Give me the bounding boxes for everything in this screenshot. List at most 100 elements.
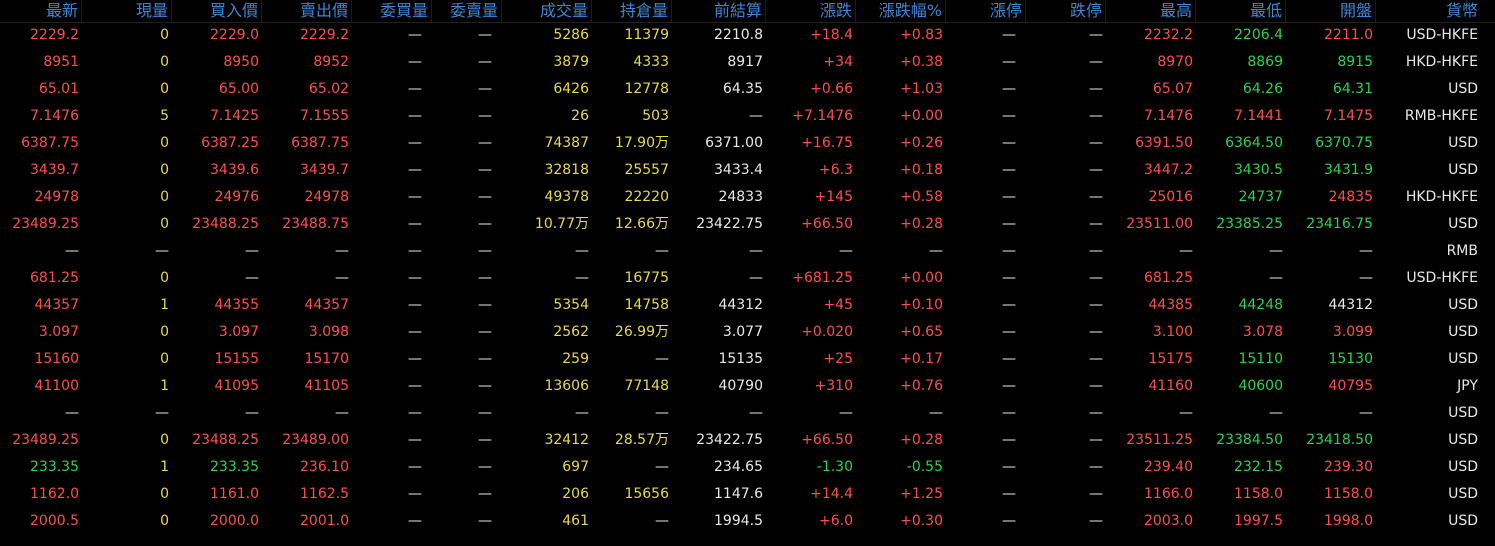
table-row[interactable]: 2000.5 0 2000.0 2001.0 — — 461 — 1994.5 +6.0 +0.30… bbox=[0, 508, 1495, 535]
cell-change: +14.4 bbox=[810, 486, 853, 502]
column-header-open-interest[interactable]: 持倉量 bbox=[592, 0, 672, 22]
cell-limit-up: — bbox=[1002, 162, 1016, 178]
column-header-high[interactable]: 最高 bbox=[1106, 0, 1196, 22]
column-header-low[interactable]: 最低 bbox=[1196, 0, 1286, 22]
table-row[interactable]: — — — — — — — — — — — — — — — — USD bbox=[0, 400, 1495, 427]
cell-volume: 13606 bbox=[544, 378, 589, 394]
column-header-change-pct[interactable]: 漲跌幅% bbox=[856, 0, 946, 22]
cell-ask-volume: — bbox=[478, 324, 492, 340]
cell-open-interest: 77148 bbox=[624, 378, 669, 394]
cell-ask-volume: — bbox=[478, 432, 492, 448]
cell-open: 24835 bbox=[1328, 189, 1373, 205]
cell-low: 6364.50 bbox=[1225, 135, 1283, 151]
cell-currency: JPY bbox=[1457, 378, 1478, 394]
table-row[interactable]: 65.01 0 65.00 65.02 — — 6426 12778 64.35 +0.66 +1.… bbox=[0, 76, 1495, 103]
table-row[interactable]: 3.097 0 3.097 3.098 — — 2562 26.99万 3.077 +0.020 +… bbox=[0, 319, 1495, 346]
cell-open-interest: — bbox=[655, 459, 669, 475]
cell-last: 41100 bbox=[34, 378, 79, 394]
cell-current-volume: 0 bbox=[160, 54, 169, 70]
table-row[interactable]: 8951 0 8950 8952 — — 3879 4333 8917 +34 +0.38 — — 897… bbox=[0, 49, 1495, 76]
cell-ask-volume: — bbox=[478, 486, 492, 502]
cell-bid: 44355 bbox=[214, 297, 259, 313]
column-header-change[interactable]: 漲跌 bbox=[766, 0, 856, 22]
column-header-volume[interactable]: 成交量 bbox=[502, 0, 592, 22]
column-header-limit-down[interactable]: 跌停 bbox=[1026, 0, 1106, 22]
table-row[interactable]: 3439.7 0 3439.6 3439.7 — — 32818 25557 3433.4 +6.… bbox=[0, 157, 1495, 184]
cell-low: 2206.4 bbox=[1234, 27, 1283, 43]
cell-change: +66.50 bbox=[801, 432, 853, 448]
cell-high: — bbox=[1179, 405, 1193, 421]
table-row[interactable]: 23489.25 0 23488.25 23489.00 — — 32412 28.57万 23… bbox=[0, 427, 1495, 454]
cell-limit-up: — bbox=[1002, 27, 1016, 43]
cell-last: 2000.5 bbox=[30, 513, 79, 529]
column-header-bid[interactable]: 買入價 bbox=[172, 0, 262, 22]
cell-limit-down: — bbox=[1089, 243, 1103, 259]
table-row[interactable]: 681.25 0 — — — — — 16775 — +681.25 +0.00 — — 681.25 — —… bbox=[0, 265, 1495, 292]
cell-bid-volume: — bbox=[408, 405, 422, 421]
column-header-current-volume[interactable]: 現量 bbox=[82, 0, 172, 22]
table-row[interactable]: 7.1476 5 7.1425 7.1555 — — 26 503 — +7.1476 +0.00 —… bbox=[0, 103, 1495, 130]
column-header-ask[interactable]: 賣出價 bbox=[262, 0, 352, 22]
cell-volume: 206 bbox=[562, 486, 589, 502]
cell-bid-volume: — bbox=[408, 297, 422, 313]
cell-open-interest: — bbox=[655, 243, 669, 259]
quote-table: 最新 現量 買入價 賣出價 委買量 委賣量 成交量 持倉量 前結算 漲跌 漲跌幅% 漲停 跌停 最高 最低開… bbox=[0, 0, 1495, 546]
cell-bid: 3.097 bbox=[218, 324, 259, 340]
table-row[interactable]: 1162.0 0 1161.0 1162.5 — — 206 15656 1147.6 +14.4… bbox=[0, 481, 1495, 508]
table-row[interactable]: 2229.2 0 2229.0 2229.2 — — 5286 11379 2210.8 +18.… bbox=[0, 22, 1495, 49]
cell-currency: USD bbox=[1448, 486, 1478, 502]
cell-last: — bbox=[65, 405, 79, 421]
cell-ask: — bbox=[335, 243, 349, 259]
table-row[interactable]: 233.35 1 233.35 236.10 — — 697 — 234.65 -1.30 -0.5… bbox=[0, 454, 1495, 481]
column-header-bid-volume[interactable]: 委買量 bbox=[352, 0, 432, 22]
cell-limit-down: — bbox=[1089, 432, 1103, 448]
cell-last: 65.01 bbox=[38, 81, 79, 97]
cell-prev-settle: 15135 bbox=[718, 351, 763, 367]
table-row[interactable]: 23489.25 0 23488.25 23488.75 — — 10.77万 12.66万 2… bbox=[0, 211, 1495, 238]
cell-volume: 32412 bbox=[544, 432, 589, 448]
table-row[interactable]: 44357 1 44355 44357 — — 5354 14758 44312 +45 +0.10… bbox=[0, 292, 1495, 319]
cell-current-volume: 0 bbox=[160, 513, 169, 529]
cell-change-pct: +0.76 bbox=[900, 378, 943, 394]
cell-high: 23511.00 bbox=[1126, 216, 1193, 232]
table-row[interactable]: 24978 0 24976 24978 — — 49378 22220 24833 +145 +0.… bbox=[0, 184, 1495, 211]
cell-bid: 8950 bbox=[223, 54, 259, 70]
cell-high: 15175 bbox=[1148, 351, 1193, 367]
cell-limit-down: — bbox=[1089, 189, 1103, 205]
cell-open: 6370.75 bbox=[1315, 135, 1373, 151]
cell-last: 23489.25 bbox=[12, 216, 79, 232]
cell-ask: 7.1555 bbox=[300, 108, 349, 124]
cell-ask-volume: — bbox=[478, 378, 492, 394]
column-header-open[interactable]: 開盤 bbox=[1286, 0, 1376, 22]
cell-volume: 5354 bbox=[553, 297, 589, 313]
table-row[interactable]: 6387.75 0 6387.25 6387.75 — — 74387 17.90万 6371.… bbox=[0, 130, 1495, 157]
table-row[interactable]: — — — — — — — — — — — — — — — — RMB bbox=[0, 238, 1495, 265]
column-header-last[interactable]: 最新 bbox=[0, 0, 82, 22]
cell-bid: 15155 bbox=[214, 351, 259, 367]
cell-current-volume: 0 bbox=[160, 324, 169, 340]
cell-open: — bbox=[1359, 243, 1373, 259]
column-header-prev-settle[interactable]: 前結算 bbox=[672, 0, 766, 22]
cell-current-volume: 0 bbox=[160, 486, 169, 502]
cell-change-pct: +0.26 bbox=[900, 135, 943, 151]
cell-last: 7.1476 bbox=[30, 108, 79, 124]
cell-currency: USD bbox=[1448, 432, 1478, 448]
cell-change: — bbox=[839, 405, 853, 421]
cell-low: 7.1441 bbox=[1234, 108, 1283, 124]
cell-prev-settle: — bbox=[749, 108, 763, 124]
column-header-limit-up[interactable]: 漲停 bbox=[946, 0, 1026, 22]
cell-prev-settle: 3433.4 bbox=[714, 162, 763, 178]
table-row[interactable]: 15160 0 15155 15170 — — 259 — 15135 +25 +0.17 — — 151… bbox=[0, 346, 1495, 373]
column-header-ask-volume[interactable]: 委賣量 bbox=[432, 0, 502, 22]
cell-limit-up: — bbox=[1002, 378, 1016, 394]
cell-currency: USD bbox=[1448, 135, 1478, 151]
cell-limit-down: — bbox=[1089, 162, 1103, 178]
cell-current-volume: 0 bbox=[160, 189, 169, 205]
cell-prev-settle: 2210.8 bbox=[714, 27, 763, 43]
cell-current-volume: 0 bbox=[160, 81, 169, 97]
cell-limit-down: — bbox=[1089, 486, 1103, 502]
column-header-currency[interactable]: 貨幣 bbox=[1376, 0, 1495, 22]
cell-limit-up: — bbox=[1002, 270, 1016, 286]
table-row[interactable]: 41100 1 41095 41105 — — 13606 77148 40790 +310 +0.… bbox=[0, 373, 1495, 400]
cell-ask-volume: — bbox=[478, 81, 492, 97]
